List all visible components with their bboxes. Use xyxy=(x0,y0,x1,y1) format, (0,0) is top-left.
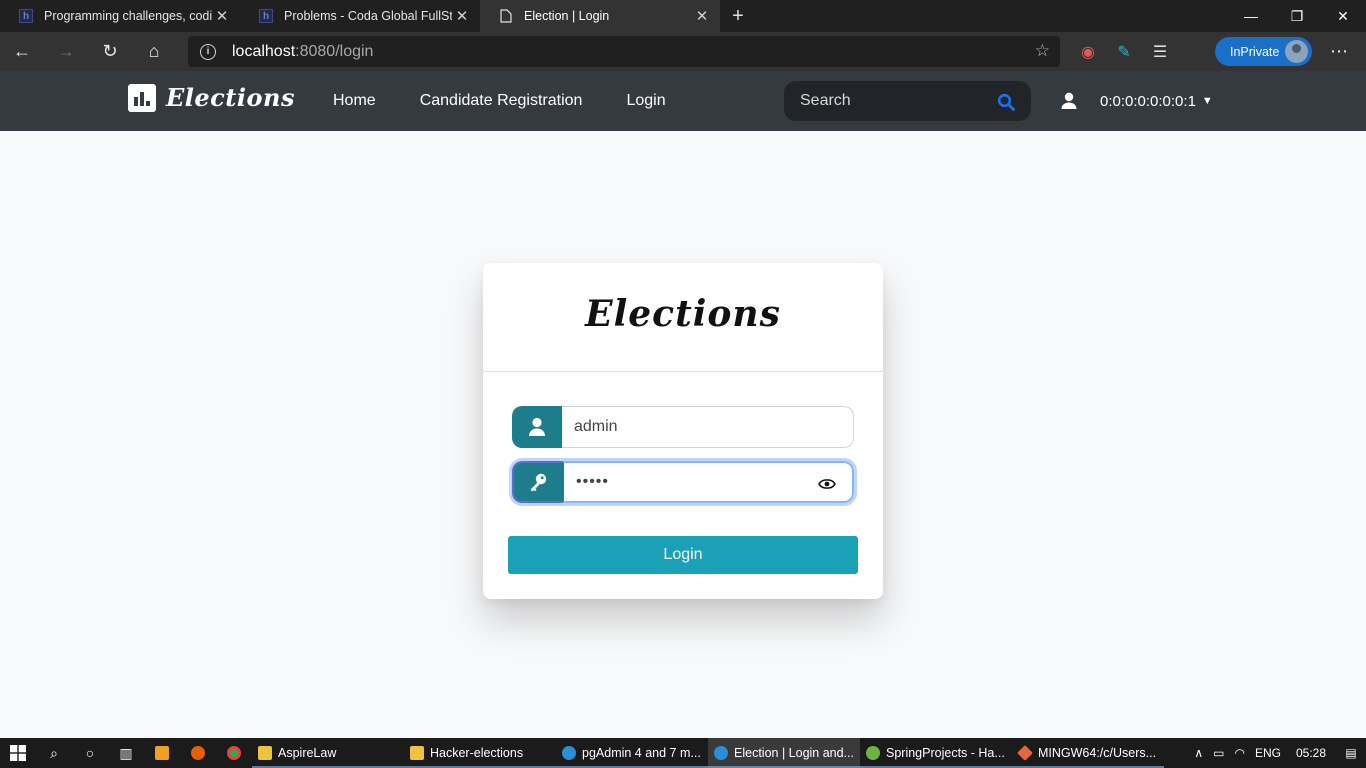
windows-start-icon[interactable] xyxy=(0,738,36,768)
browser-tab-strip: h Programming challenges, coding ✕ h Pro… xyxy=(0,0,1366,32)
password-input-group: ••••• xyxy=(512,461,854,503)
minimize-icon[interactable]: — xyxy=(1228,0,1274,32)
inprivate-label: InPrivate xyxy=(1230,44,1280,59)
tray-overflow-icon[interactable]: ∧ xyxy=(1189,746,1208,760)
tab-close-icon[interactable]: ✕ xyxy=(212,7,232,25)
password-field[interactable]: ••••• xyxy=(562,461,854,503)
url-host: localhost xyxy=(232,42,296,60)
user-icon xyxy=(512,406,562,448)
restore-icon[interactable]: ❐ xyxy=(1274,0,1320,32)
card-divider xyxy=(483,371,883,372)
page-favicon-icon xyxy=(498,8,514,24)
tab-close-icon[interactable]: ✕ xyxy=(452,7,472,25)
taskbar-app-pgadmin[interactable]: pgAdmin 4 and 7 m... xyxy=(556,738,708,768)
inprivate-button[interactable]: InPrivate xyxy=(1215,37,1312,66)
tab-close-icon[interactable]: ✕ xyxy=(692,7,712,25)
caret-down-icon: ▼ xyxy=(1201,95,1213,107)
browser-tab-3-active[interactable]: Election | Login ✕ xyxy=(480,0,720,32)
clock[interactable]: 05:28 xyxy=(1286,746,1336,760)
screen-record-icon[interactable]: ◉ xyxy=(1070,42,1106,62)
taskbar-app-hacker-elections[interactable]: Hacker-elections xyxy=(404,738,556,768)
login-card: Elections ••••• Login xyxy=(483,263,883,599)
key-icon xyxy=(512,461,562,503)
nav-candidate-registration-link[interactable]: Candidate Registration xyxy=(420,92,583,110)
taskbar-app-mingw64[interactable]: MINGW64:/c/Users... xyxy=(1012,738,1164,768)
windows-taskbar: ⌕ ○ ▥ AspireLaw Hacker-elections pgAdmin… xyxy=(0,738,1366,768)
refresh-icon[interactable]: ↻ xyxy=(88,32,132,71)
taskbar-app-label: AspireLaw xyxy=(278,746,337,760)
brand-text: Elections xyxy=(166,83,295,112)
taskbar-app-label: Election | Login and... xyxy=(734,746,854,760)
edge-icon xyxy=(562,746,576,760)
back-icon[interactable]: ← xyxy=(0,32,44,71)
taskbar-app-label: MINGW64:/c/Users... xyxy=(1038,746,1157,760)
wifi-icon[interactable]: ◠ xyxy=(1229,746,1249,760)
extension-pen-icon[interactable]: ✎ xyxy=(1106,42,1142,62)
tab-title: Problems - Coda Global FullStack xyxy=(284,9,452,23)
taskbar-search-icon[interactable]: ⌕ xyxy=(36,738,72,768)
notifications-icon[interactable]: ▤ xyxy=(1336,746,1366,760)
more-options-icon[interactable]: ⋯ xyxy=(1322,32,1356,71)
system-tray: ∧ ▭ ◠ ENG 05:28 ▤ xyxy=(1189,738,1366,768)
tab-title: Programming challenges, coding xyxy=(44,9,212,23)
url-field[interactable]: i localhost :8080/login ☆ xyxy=(188,36,1060,67)
site-navbar: Elections Home Candidate Registration Lo… xyxy=(0,71,1366,131)
media-player-icon[interactable] xyxy=(144,738,180,768)
login-button[interactable]: Login xyxy=(508,536,858,574)
show-password-eye-icon[interactable] xyxy=(818,477,836,491)
battery-icon[interactable]: ▭ xyxy=(1208,746,1229,760)
cortana-icon[interactable]: ○ xyxy=(72,738,108,768)
hackerearth-favicon-icon: h xyxy=(18,8,34,24)
taskbar-app-election-login[interactable]: Election | Login and... xyxy=(708,738,860,768)
profile-avatar-icon xyxy=(1285,40,1308,63)
user-ip-label: 0:0:0:0:0:0:0:1 xyxy=(1100,92,1196,110)
favorite-star-icon[interactable]: ☆ xyxy=(1035,41,1050,61)
taskbar-app-label: SpringProjects - Ha... xyxy=(886,746,1005,760)
chrome-icon[interactable] xyxy=(216,738,252,768)
new-tab-button[interactable]: + xyxy=(720,0,756,32)
task-view-icon[interactable]: ▥ xyxy=(108,738,144,768)
search-icon[interactable] xyxy=(997,93,1015,111)
address-bar-row: ← → ↻ ⌂ i localhost :8080/login ☆ ◉ ✎ ☰ … xyxy=(0,32,1366,71)
hackerearth-favicon-icon: h xyxy=(258,8,274,24)
taskbar-app-springprojects[interactable]: SpringProjects - Ha... xyxy=(860,738,1012,768)
nav-home-link[interactable]: Home xyxy=(333,92,376,110)
search-input[interactable] xyxy=(800,92,990,110)
bar-chart-logo-icon xyxy=(128,83,156,112)
nav-login-link[interactable]: Login xyxy=(626,92,665,110)
user-dropdown[interactable]: 0:0:0:0:0:0:0:1 ▼ xyxy=(1060,71,1213,131)
folder-icon xyxy=(410,746,424,760)
window-close-icon[interactable]: ✕ xyxy=(1320,0,1366,32)
site-info-icon[interactable]: i xyxy=(200,43,216,60)
url-path: :8080/login xyxy=(295,42,374,60)
edge-icon xyxy=(714,746,728,760)
browser-tab-1[interactable]: h Programming challenges, coding ✕ xyxy=(0,0,240,32)
firefox-icon[interactable] xyxy=(180,738,216,768)
nav-links: Home Candidate Registration Login xyxy=(333,71,710,131)
login-card-title: Elections xyxy=(585,293,781,335)
git-bash-icon xyxy=(1017,745,1033,761)
username-field[interactable] xyxy=(562,406,854,448)
brand-link[interactable]: Elections xyxy=(128,83,295,112)
user-icon xyxy=(1061,92,1077,109)
folder-icon xyxy=(258,746,272,760)
taskbar-app-label: Hacker-elections xyxy=(430,746,524,760)
home-icon[interactable]: ⌂ xyxy=(132,32,176,71)
taskbar-app-label: pgAdmin 4 and 7 m... xyxy=(582,746,701,760)
taskbar-app-aspirelaw[interactable]: AspireLaw xyxy=(252,738,404,768)
favorites-icon[interactable]: ☰ xyxy=(1142,42,1178,62)
language-indicator[interactable]: ENG xyxy=(1250,746,1286,760)
tab-title: Election | Login xyxy=(524,9,610,23)
username-input-group xyxy=(512,406,854,448)
password-mask: ••••• xyxy=(576,473,610,490)
search-box xyxy=(784,81,1031,121)
spring-leaf-icon xyxy=(866,746,880,760)
browser-tab-2[interactable]: h Problems - Coda Global FullStack ✕ xyxy=(240,0,480,32)
forward-icon[interactable]: → xyxy=(44,32,88,71)
